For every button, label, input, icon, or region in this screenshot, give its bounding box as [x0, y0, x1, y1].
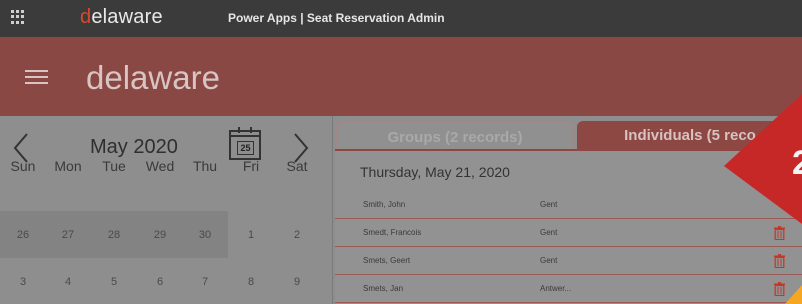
- calendar-day[interactable]: 4: [45, 276, 91, 288]
- calendar-day[interactable]: 5: [91, 276, 137, 288]
- list-item[interactable]: Smets, Geert Gent: [335, 247, 802, 275]
- list-item[interactable]: Smets, Jan Antwer...: [335, 275, 802, 303]
- person-location: Gent: [540, 228, 558, 237]
- calendar-day[interactable]: 6: [137, 276, 183, 288]
- person-name: Smets, Jan: [363, 284, 404, 293]
- person-name: Smets, Geert: [363, 256, 411, 265]
- calendar-day[interactable]: 30: [182, 229, 228, 241]
- app-top-bar: delaware Power Apps | Seat Reservation A…: [0, 0, 802, 37]
- calendar-icon[interactable]: 25: [229, 127, 261, 160]
- trash-icon[interactable]: [774, 254, 785, 268]
- hamburger-menu-icon[interactable]: [25, 70, 48, 84]
- brand-logo: delaware: [86, 59, 220, 96]
- weekday-label: Tue: [102, 158, 126, 174]
- badge-shape: [724, 94, 802, 224]
- person-location: Gent: [540, 256, 558, 265]
- month-label: May 2020: [90, 136, 178, 158]
- weekday-label: Wed: [145, 158, 175, 174]
- trash-icon[interactable]: [774, 282, 785, 296]
- calendar-day[interactable]: 26: [0, 229, 46, 241]
- weekday-label: Sun: [10, 158, 36, 174]
- person-location: Antwer...: [540, 284, 572, 293]
- calendar-day[interactable]: 29: [137, 229, 183, 241]
- trash-icon[interactable]: [774, 226, 785, 240]
- person-name: Smith, John: [363, 200, 406, 209]
- app-launcher-icon[interactable]: [11, 10, 25, 24]
- calendar-day[interactable]: 9: [274, 276, 320, 288]
- calendar-day[interactable]: 7: [182, 276, 228, 288]
- top-bar-logo: delaware: [80, 6, 163, 28]
- calendar-day[interactable]: 1: [228, 229, 274, 241]
- calendar-day[interactable]: 2: [274, 229, 320, 241]
- calendar-day[interactable]: 27: [45, 229, 91, 241]
- calendar-day[interactable]: 28: [91, 229, 137, 241]
- weekday-label: Sat: [286, 158, 308, 174]
- weekday-label: Fri: [242, 158, 260, 174]
- step-number-badge: 2: [724, 94, 802, 224]
- calendar-panel: May 2020 25 Sun Mon Tue Wed Thu Fri Sat …: [0, 116, 332, 304]
- corner-accent-shape: [785, 285, 802, 304]
- person-name: Smedt, Francois: [363, 228, 422, 237]
- app-title: Power Apps | Seat Reservation Admin: [228, 11, 445, 25]
- weekday-label: Thu: [192, 158, 218, 174]
- calendar-day[interactable]: 3: [0, 276, 46, 288]
- app-header: delaware: [0, 37, 802, 116]
- calendar-icon-day: 25: [237, 141, 254, 155]
- calendar-day[interactable]: 8: [228, 276, 274, 288]
- weekday-label: Mon: [54, 158, 82, 174]
- tab-groups[interactable]: Groups (2 records): [336, 121, 574, 151]
- person-location: Gent: [540, 200, 558, 209]
- badge-number: 2: [792, 144, 802, 182]
- selected-date-heading: Thursday, May 21, 2020: [360, 164, 510, 180]
